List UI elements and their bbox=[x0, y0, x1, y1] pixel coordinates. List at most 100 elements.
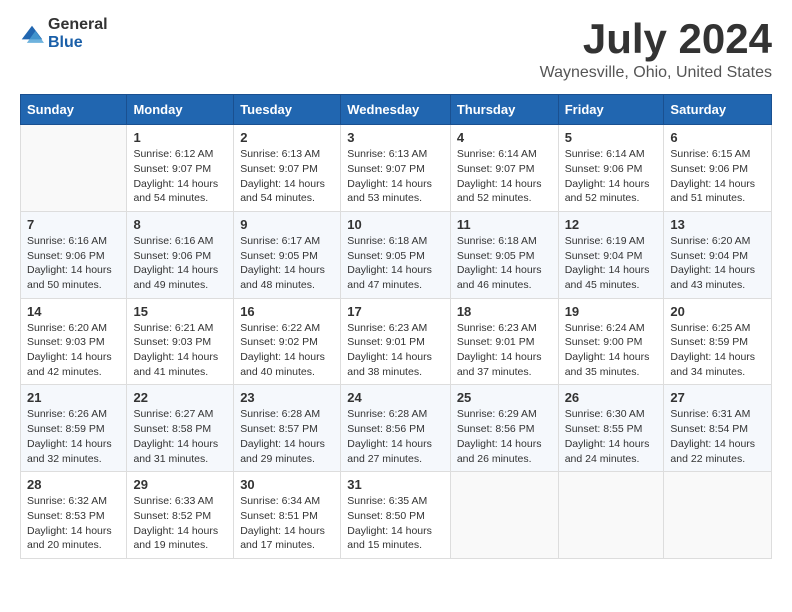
table-row: 23 Sunrise: 6:28 AM Sunset: 8:57 PM Dayl… bbox=[234, 385, 341, 472]
daylight-text: Daylight: 14 hours and 49 minutes. bbox=[133, 263, 227, 292]
daylight-text: Daylight: 14 hours and 54 minutes. bbox=[133, 177, 227, 206]
sunrise-text: Sunrise: 6:13 AM bbox=[240, 147, 334, 162]
day-info: Sunrise: 6:32 AM Sunset: 8:53 PM Dayligh… bbox=[27, 494, 120, 553]
day-info: Sunrise: 6:14 AM Sunset: 9:06 PM Dayligh… bbox=[565, 147, 658, 206]
sunset-text: Sunset: 9:06 PM bbox=[27, 249, 120, 264]
sunset-text: Sunset: 8:58 PM bbox=[133, 422, 227, 437]
day-info: Sunrise: 6:30 AM Sunset: 8:55 PM Dayligh… bbox=[565, 407, 658, 466]
day-number: 14 bbox=[27, 304, 120, 319]
sunset-text: Sunset: 9:04 PM bbox=[565, 249, 658, 264]
sunset-text: Sunset: 8:56 PM bbox=[457, 422, 552, 437]
sunset-text: Sunset: 9:05 PM bbox=[347, 249, 444, 264]
table-row: 24 Sunrise: 6:28 AM Sunset: 8:56 PM Dayl… bbox=[341, 385, 451, 472]
daylight-text: Daylight: 14 hours and 34 minutes. bbox=[670, 350, 765, 379]
table-row: 19 Sunrise: 6:24 AM Sunset: 9:00 PM Dayl… bbox=[558, 298, 664, 385]
sunset-text: Sunset: 9:05 PM bbox=[457, 249, 552, 264]
sunrise-text: Sunrise: 6:27 AM bbox=[133, 407, 227, 422]
sunrise-text: Sunrise: 6:20 AM bbox=[670, 234, 765, 249]
logo-icon bbox=[20, 24, 44, 44]
sunrise-text: Sunrise: 6:30 AM bbox=[565, 407, 658, 422]
day-info: Sunrise: 6:20 AM Sunset: 9:04 PM Dayligh… bbox=[670, 234, 765, 293]
daylight-text: Daylight: 14 hours and 48 minutes. bbox=[240, 263, 334, 292]
sunrise-text: Sunrise: 6:29 AM bbox=[457, 407, 552, 422]
sunrise-text: Sunrise: 6:12 AM bbox=[133, 147, 227, 162]
title-area: July 2024 Waynesville, Ohio, United Stat… bbox=[540, 16, 772, 82]
table-row: 21 Sunrise: 6:26 AM Sunset: 8:59 PM Dayl… bbox=[21, 385, 127, 472]
header-tuesday: Tuesday bbox=[234, 95, 341, 125]
sunset-text: Sunset: 8:59 PM bbox=[27, 422, 120, 437]
day-number: 29 bbox=[133, 477, 227, 492]
daylight-text: Daylight: 14 hours and 19 minutes. bbox=[133, 524, 227, 553]
daylight-text: Daylight: 14 hours and 20 minutes. bbox=[27, 524, 120, 553]
sunrise-text: Sunrise: 6:18 AM bbox=[457, 234, 552, 249]
header-thursday: Thursday bbox=[450, 95, 558, 125]
table-row: 14 Sunrise: 6:20 AM Sunset: 9:03 PM Dayl… bbox=[21, 298, 127, 385]
day-number: 28 bbox=[27, 477, 120, 492]
table-row: 29 Sunrise: 6:33 AM Sunset: 8:52 PM Dayl… bbox=[127, 472, 234, 559]
day-info: Sunrise: 6:23 AM Sunset: 9:01 PM Dayligh… bbox=[347, 321, 444, 380]
day-info: Sunrise: 6:13 AM Sunset: 9:07 PM Dayligh… bbox=[347, 147, 444, 206]
day-info: Sunrise: 6:15 AM Sunset: 9:06 PM Dayligh… bbox=[670, 147, 765, 206]
sunrise-text: Sunrise: 6:33 AM bbox=[133, 494, 227, 509]
sunrise-text: Sunrise: 6:16 AM bbox=[133, 234, 227, 249]
day-info: Sunrise: 6:12 AM Sunset: 9:07 PM Dayligh… bbox=[133, 147, 227, 206]
day-number: 17 bbox=[347, 304, 444, 319]
daylight-text: Daylight: 14 hours and 53 minutes. bbox=[347, 177, 444, 206]
day-number: 25 bbox=[457, 390, 552, 405]
day-info: Sunrise: 6:34 AM Sunset: 8:51 PM Dayligh… bbox=[240, 494, 334, 553]
sunset-text: Sunset: 9:07 PM bbox=[133, 162, 227, 177]
table-row: 22 Sunrise: 6:27 AM Sunset: 8:58 PM Dayl… bbox=[127, 385, 234, 472]
day-number: 2 bbox=[240, 130, 334, 145]
day-number: 8 bbox=[133, 217, 227, 232]
daylight-text: Daylight: 14 hours and 29 minutes. bbox=[240, 437, 334, 466]
day-number: 13 bbox=[670, 217, 765, 232]
day-info: Sunrise: 6:31 AM Sunset: 8:54 PM Dayligh… bbox=[670, 407, 765, 466]
daylight-text: Daylight: 14 hours and 43 minutes. bbox=[670, 263, 765, 292]
daylight-text: Daylight: 14 hours and 17 minutes. bbox=[240, 524, 334, 553]
day-info: Sunrise: 6:17 AM Sunset: 9:05 PM Dayligh… bbox=[240, 234, 334, 293]
logo-general: General bbox=[48, 16, 108, 33]
day-info: Sunrise: 6:19 AM Sunset: 9:04 PM Dayligh… bbox=[565, 234, 658, 293]
day-info: Sunrise: 6:25 AM Sunset: 8:59 PM Dayligh… bbox=[670, 321, 765, 380]
table-row: 4 Sunrise: 6:14 AM Sunset: 9:07 PM Dayli… bbox=[450, 125, 558, 212]
table-row: 18 Sunrise: 6:23 AM Sunset: 9:01 PM Dayl… bbox=[450, 298, 558, 385]
sunrise-text: Sunrise: 6:16 AM bbox=[27, 234, 120, 249]
daylight-text: Daylight: 14 hours and 54 minutes. bbox=[240, 177, 334, 206]
sunrise-text: Sunrise: 6:23 AM bbox=[347, 321, 444, 336]
calendar-week-row: 21 Sunrise: 6:26 AM Sunset: 8:59 PM Dayl… bbox=[21, 385, 772, 472]
calendar-table: Sunday Monday Tuesday Wednesday Thursday… bbox=[20, 94, 772, 559]
sunrise-text: Sunrise: 6:28 AM bbox=[240, 407, 334, 422]
daylight-text: Daylight: 14 hours and 52 minutes. bbox=[457, 177, 552, 206]
day-number: 9 bbox=[240, 217, 334, 232]
sunset-text: Sunset: 9:03 PM bbox=[27, 335, 120, 350]
sunrise-text: Sunrise: 6:15 AM bbox=[670, 147, 765, 162]
logo-blue: Blue bbox=[48, 34, 83, 51]
daylight-text: Daylight: 14 hours and 46 minutes. bbox=[457, 263, 552, 292]
header: General Blue July 2024 Waynesville, Ohio… bbox=[20, 16, 772, 82]
daylight-text: Daylight: 14 hours and 26 minutes. bbox=[457, 437, 552, 466]
day-number: 27 bbox=[670, 390, 765, 405]
daylight-text: Daylight: 14 hours and 24 minutes. bbox=[565, 437, 658, 466]
day-info: Sunrise: 6:16 AM Sunset: 9:06 PM Dayligh… bbox=[27, 234, 120, 293]
day-number: 19 bbox=[565, 304, 658, 319]
sunset-text: Sunset: 8:50 PM bbox=[347, 509, 444, 524]
header-sunday: Sunday bbox=[21, 95, 127, 125]
sunset-text: Sunset: 8:53 PM bbox=[27, 509, 120, 524]
day-number: 20 bbox=[670, 304, 765, 319]
sunrise-text: Sunrise: 6:22 AM bbox=[240, 321, 334, 336]
day-number: 4 bbox=[457, 130, 552, 145]
daylight-text: Daylight: 14 hours and 50 minutes. bbox=[27, 263, 120, 292]
day-number: 18 bbox=[457, 304, 552, 319]
daylight-text: Daylight: 14 hours and 27 minutes. bbox=[347, 437, 444, 466]
day-number: 22 bbox=[133, 390, 227, 405]
day-info: Sunrise: 6:18 AM Sunset: 9:05 PM Dayligh… bbox=[457, 234, 552, 293]
day-number: 21 bbox=[27, 390, 120, 405]
sunrise-text: Sunrise: 6:32 AM bbox=[27, 494, 120, 509]
day-number: 7 bbox=[27, 217, 120, 232]
table-row: 31 Sunrise: 6:35 AM Sunset: 8:50 PM Dayl… bbox=[341, 472, 451, 559]
sunrise-text: Sunrise: 6:34 AM bbox=[240, 494, 334, 509]
sunset-text: Sunset: 9:01 PM bbox=[347, 335, 444, 350]
day-info: Sunrise: 6:18 AM Sunset: 9:05 PM Dayligh… bbox=[347, 234, 444, 293]
sunset-text: Sunset: 9:00 PM bbox=[565, 335, 658, 350]
logo-text: General Blue bbox=[48, 16, 108, 52]
